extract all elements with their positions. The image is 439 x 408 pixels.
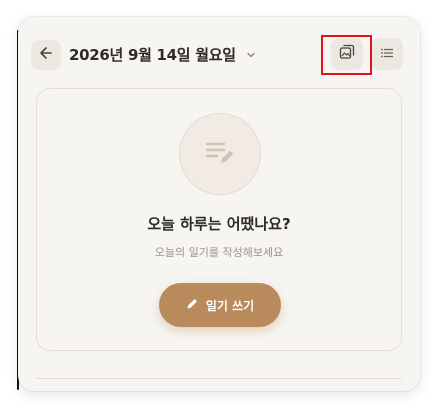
date-title: 2026년 9월 14일 월요일 [69,46,236,64]
bottom-divider [36,378,402,379]
arrow-left-icon [38,45,54,65]
date-selector[interactable]: 2026년 9월 14일 월요일 [69,44,256,65]
write-diary-button[interactable]: 일기 쓰기 [159,283,281,327]
write-diary-label: 일기 쓰기 [205,298,255,313]
edit-note-icon [203,135,237,173]
pencil-icon [186,297,199,313]
empty-state-card: 오늘 하루는 어땠나요? 오늘의 일기를 작성해보세요 일기 쓰기 [36,88,402,351]
back-button[interactable] [31,40,61,70]
empty-state-title: 오늘 하루는 어땠나요? [147,215,291,233]
list-icon [380,45,394,64]
diary-window: 2026년 9월 14일 월요일 오늘 하루는 어땠나요? 오늘의 일기를 작성… [18,17,420,391]
list-view-button[interactable] [371,38,403,70]
chevron-down-icon [246,50,256,60]
selection-highlight-box [321,35,372,75]
empty-state-subtitle: 오늘의 일기를 작성해보세요 [154,246,284,259]
empty-state-illustration [179,113,261,195]
